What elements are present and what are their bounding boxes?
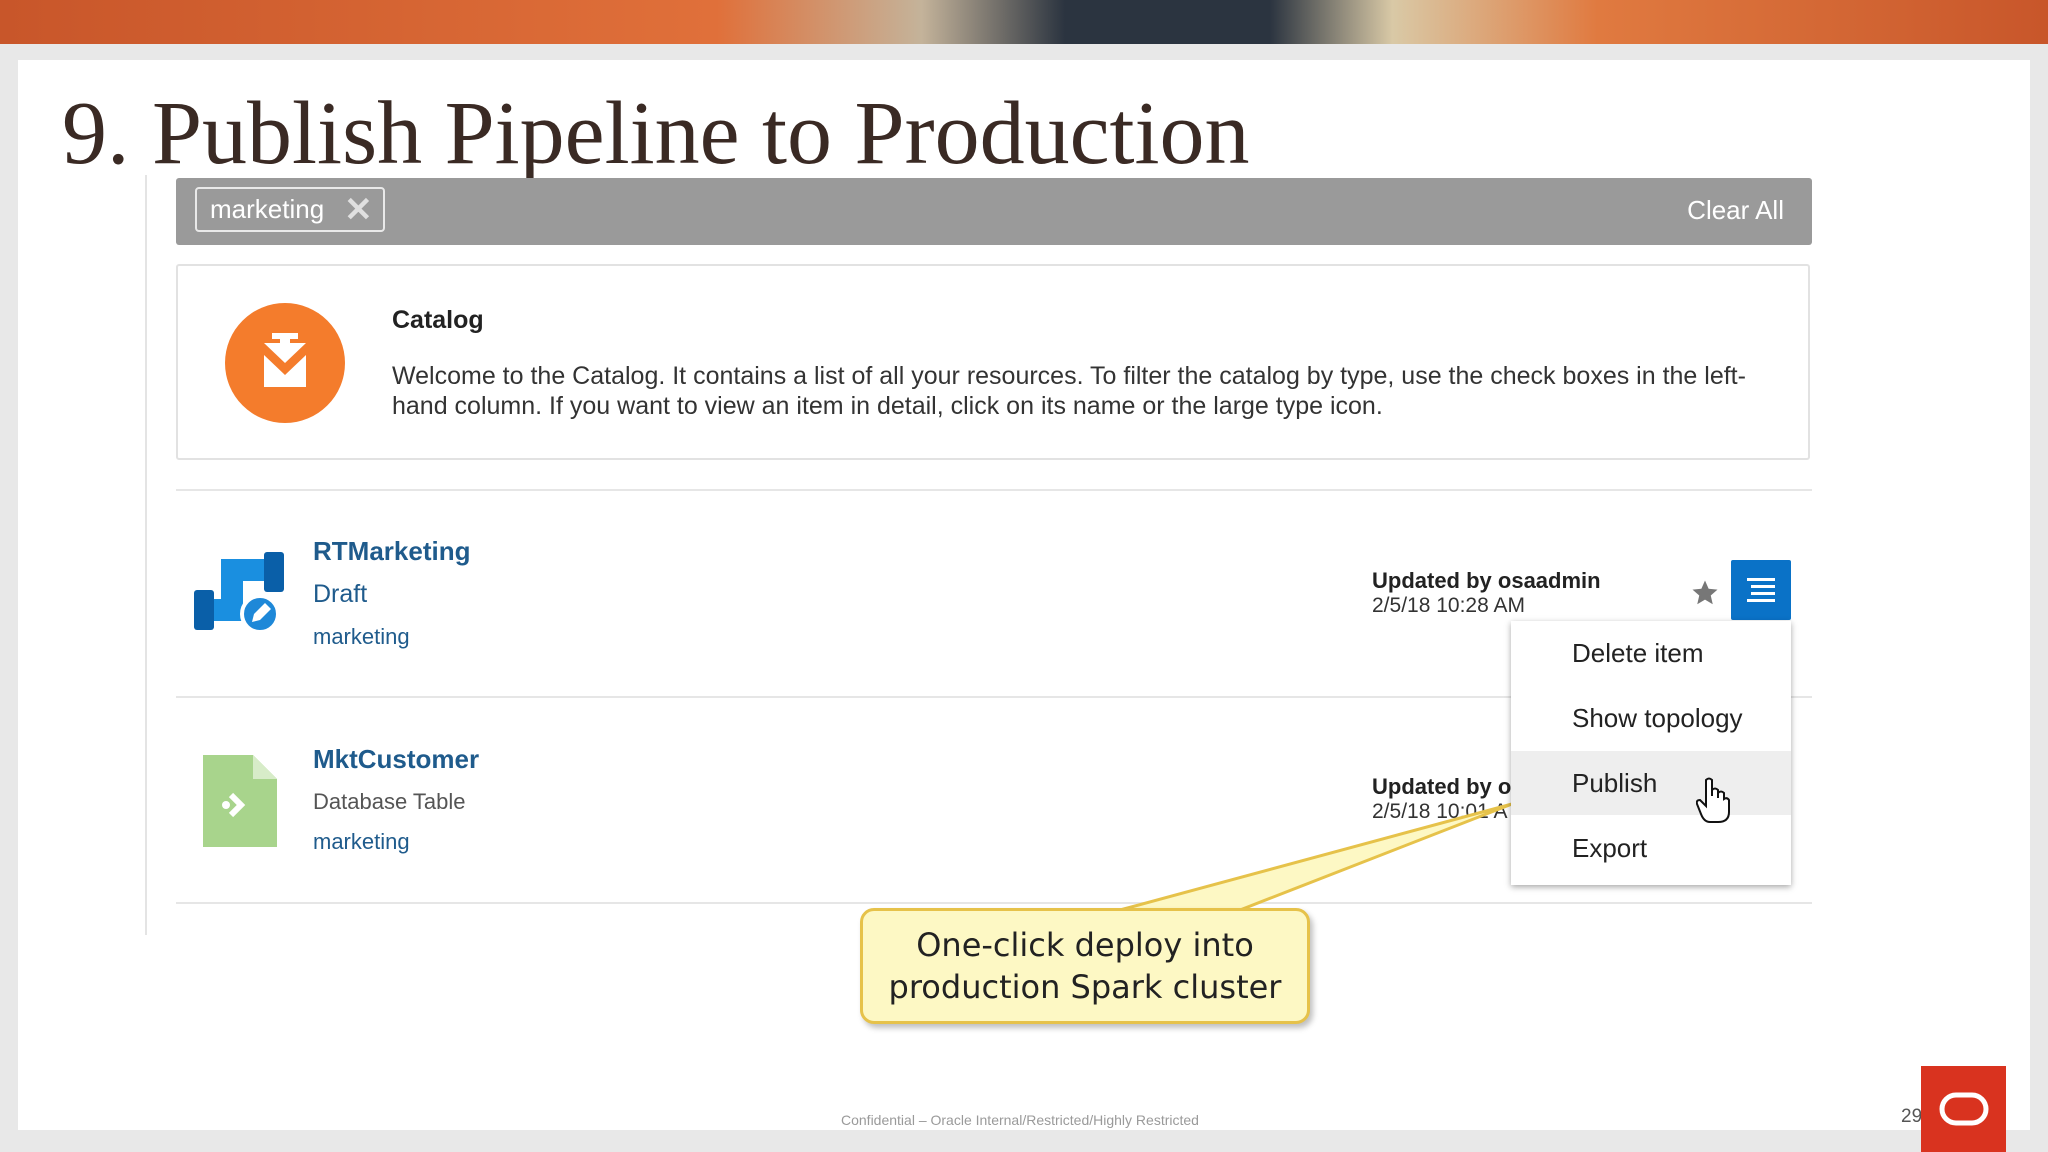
actions-dropdown-menu: Delete item Show topology Publish Export (1511, 621, 1791, 885)
item-name-mktcustomer[interactable]: MktCustomer (313, 744, 479, 775)
remove-filter-icon[interactable]: ✕ (344, 193, 373, 227)
menu-item-export[interactable]: Export (1511, 816, 1791, 880)
item-tag[interactable]: marketing (313, 624, 410, 650)
catalog-title: Catalog (392, 306, 484, 334)
menu-item-delete[interactable]: Delete item (1511, 621, 1791, 685)
oracle-logo (1921, 1066, 2006, 1152)
row-divider (176, 902, 1812, 904)
item-tag[interactable]: marketing (313, 829, 410, 855)
clear-all-button[interactable]: Clear All (1687, 195, 1784, 226)
menu-icon (1747, 578, 1775, 602)
item-name-rtmarketing[interactable]: RTMarketing (313, 536, 470, 567)
oracle-logo-icon (1939, 1092, 1988, 1126)
filter-bar: marketing ✕ Clear All (176, 178, 1812, 245)
filter-chip-label: marketing (210, 194, 325, 224)
updated-time: 2/5/18 10:01 A (1372, 800, 1508, 823)
top-banner (0, 0, 2048, 44)
menu-item-publish[interactable]: Publish (1511, 751, 1791, 815)
callout-line-1: One-click deploy into (916, 926, 1254, 964)
database-table-icon[interactable] (203, 755, 277, 847)
item-status: Draft (313, 580, 368, 608)
page-number: 29 (1901, 1106, 1923, 1127)
actions-menu-button[interactable] (1731, 560, 1791, 620)
menu-item-show-topology[interactable]: Show topology (1511, 686, 1791, 750)
confidential-footer: Confidential – Oracle Internal/Restricte… (841, 1112, 1199, 1128)
updated-by: Updated by osaadmin (1372, 568, 1601, 593)
catalog-description: Welcome to the Catalog. It contains a li… (392, 362, 1746, 420)
item-type: Database Table (313, 789, 466, 814)
left-divider (145, 175, 147, 935)
callout-line-2: production Spark cluster (888, 968, 1282, 1006)
updated-time: 2/5/18 10:28 AM (1372, 594, 1525, 617)
hand-cursor-icon (1696, 777, 1730, 823)
favorite-star-icon[interactable] (1688, 576, 1722, 610)
pipeline-icon[interactable] (192, 548, 286, 634)
row-divider (176, 489, 1812, 491)
updated-by: Updated by o (1372, 774, 1512, 799)
catalog-welcome-card: Catalog Welcome to the Catalog. It conta… (176, 264, 1810, 460)
catalog-icon (225, 303, 345, 423)
callout-annotation: One-click deploy into production Spark c… (860, 908, 1310, 1024)
filter-chip-marketing[interactable]: marketing ✕ (195, 187, 385, 232)
slide-title: 9. Publish Pipeline to Production (62, 84, 1250, 183)
